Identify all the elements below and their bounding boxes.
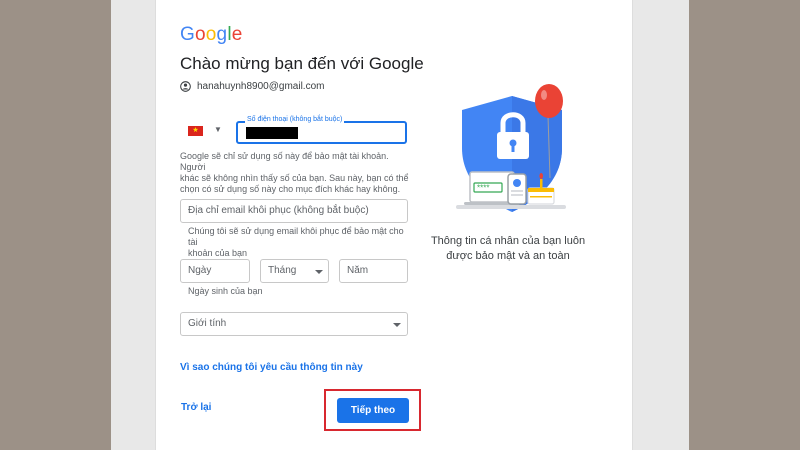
candle-icon bbox=[540, 179, 543, 188]
phone-label: Số điện thoại (không bắt buộc) bbox=[245, 116, 345, 123]
phone-help-line: chọn có sử dụng số này cho mục đích khác… bbox=[180, 184, 401, 194]
why-info-link[interactable]: Vì sao chúng tôi yêu cầu thông tin này bbox=[180, 362, 363, 373]
phone-line bbox=[511, 194, 523, 196]
birthday-help: Ngày sinh của bạn bbox=[188, 286, 263, 296]
recovery-email-input[interactable]: Địa chỉ email khôi phục (không bắt buộc) bbox=[180, 199, 408, 223]
balloon-highlight bbox=[541, 90, 547, 100]
recovery-help-line: khoản của bạn bbox=[188, 248, 248, 258]
logo-letter: o bbox=[194, 24, 206, 45]
account-circle-icon bbox=[180, 80, 191, 92]
birthday-day-input[interactable]: Ngày bbox=[180, 259, 250, 283]
gender-select[interactable]: Giới tính bbox=[180, 312, 408, 336]
account-email: hanahuynh8900@gmail.com bbox=[197, 80, 325, 92]
cake-frosting bbox=[528, 188, 554, 192]
chevron-down-icon bbox=[315, 270, 323, 274]
back-button[interactable]: Trở lại bbox=[181, 402, 211, 413]
chevron-down-icon bbox=[393, 323, 401, 327]
phone-icon bbox=[507, 173, 527, 205]
phone-help-line: khác sẽ không nhìn thấy số của bạn. Sau … bbox=[180, 173, 409, 183]
logo-letter: o bbox=[205, 24, 217, 45]
month-placeholder: Tháng bbox=[268, 265, 297, 276]
phone-help-line: Google sẽ chỉ sử dụng số này để bảo mật … bbox=[180, 151, 389, 172]
recovery-help-line: Chúng tôi sẽ sử dụng email khôi phục để … bbox=[188, 226, 404, 247]
balloon-icon bbox=[535, 84, 563, 118]
year-placeholder: Năm bbox=[347, 265, 369, 276]
cake-stripe bbox=[530, 196, 552, 198]
phone-value-redacted bbox=[246, 127, 298, 139]
google-logo: Google bbox=[180, 24, 243, 46]
recovery-email-placeholder: Địa chỉ email khôi phục (không bắt buộc) bbox=[188, 205, 369, 216]
day-placeholder: Ngày bbox=[188, 265, 212, 276]
logo-letter: e bbox=[231, 24, 243, 45]
illustration-caption: Thông tin cá nhân của bạn luôn được bảo … bbox=[418, 234, 598, 264]
logo-letter: g bbox=[216, 24, 228, 45]
phone-line bbox=[511, 190, 523, 192]
caption-line: được bảo mật và an toàn bbox=[446, 250, 570, 262]
caption-line: Thông tin cá nhân của bạn luôn bbox=[430, 235, 586, 247]
highlight-box bbox=[324, 389, 421, 431]
avatar-icon bbox=[513, 179, 521, 187]
gender-placeholder: Giới tính bbox=[188, 318, 227, 329]
birthday-year-input[interactable]: Năm bbox=[339, 259, 408, 283]
logo-letter: G bbox=[180, 24, 195, 45]
security-illustration: **** bbox=[456, 84, 566, 212]
recovery-email-help: Chúng tôi sẽ sử dụng email khôi phục để … bbox=[188, 226, 408, 259]
lock-keyhole-stem bbox=[511, 144, 515, 152]
candle-flame bbox=[539, 173, 543, 179]
birthday-month-select[interactable]: Tháng bbox=[260, 259, 329, 283]
vietnam-flag-icon[interactable]: ★ bbox=[188, 126, 203, 136]
password-dots: **** bbox=[477, 184, 489, 193]
desk-shadow bbox=[456, 205, 566, 209]
account-chip: hanahuynh8900@gmail.com bbox=[180, 79, 324, 93]
page-title: Chào mừng bạn đến với Google bbox=[180, 54, 424, 73]
phone-help-text: Google sẽ chỉ sử dụng số này để bảo mật … bbox=[180, 151, 410, 195]
chevron-down-icon[interactable]: ▼ bbox=[214, 125, 222, 134]
